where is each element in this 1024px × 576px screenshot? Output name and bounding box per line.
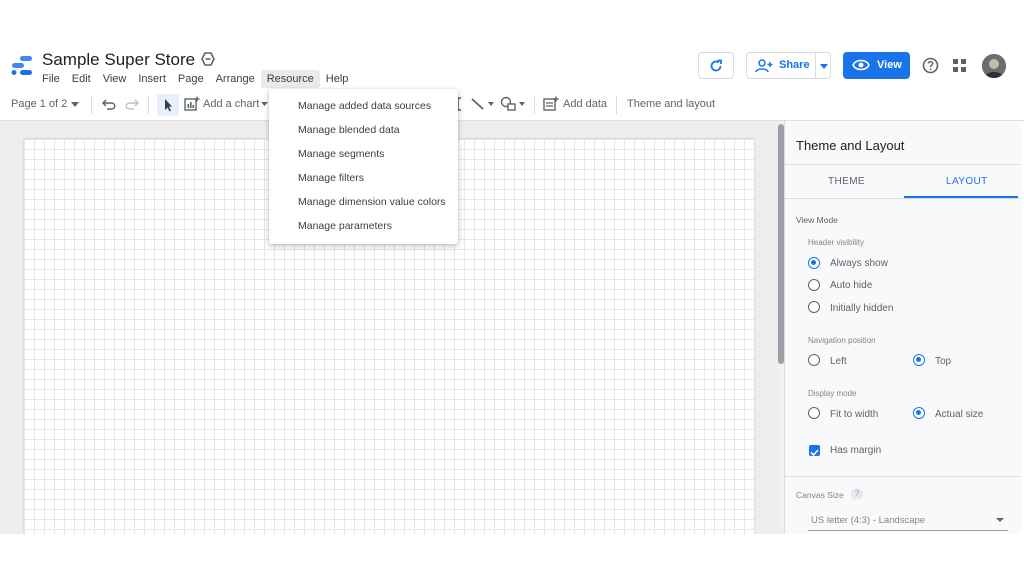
redo-icon[interactable]: [125, 97, 139, 111]
menu-item-manage-data-sources[interactable]: Manage added data sources: [298, 100, 431, 112]
radio-actual-size[interactable]: [913, 407, 925, 419]
select-tool-button[interactable]: [157, 94, 179, 116]
add-person-icon: [755, 59, 773, 73]
undo-icon[interactable]: [102, 97, 116, 111]
navigation-position-label: Navigation position: [808, 336, 876, 345]
shape-tool-icon[interactable]: [500, 96, 518, 112]
actual-size-label: Actual size: [935, 409, 984, 420]
user-avatar[interactable]: [982, 54, 1006, 78]
always-show-label: Always show: [830, 258, 888, 269]
menu-bar: File Edit View Insert Page Arrange Resou…: [36, 70, 354, 88]
view-button[interactable]: View: [843, 52, 910, 79]
nav-top-label: Top: [935, 356, 952, 367]
fit-to-width-label: Fit to width: [830, 409, 879, 420]
menu-help[interactable]: Help: [320, 70, 355, 88]
menu-item-manage-filters[interactable]: Manage filters: [298, 172, 364, 184]
share-button[interactable]: Share: [746, 52, 831, 79]
chevron-down-icon[interactable]: [820, 64, 828, 70]
menu-view[interactable]: View: [97, 70, 133, 88]
menu-item-manage-parameters[interactable]: Manage parameters: [298, 220, 392, 232]
user-photo-icon: [982, 54, 1006, 78]
line-chevron-icon[interactable]: [488, 102, 494, 106]
radio-nav-top[interactable]: [913, 354, 925, 366]
refresh-data-button[interactable]: [698, 52, 734, 79]
add-chart-button[interactable]: Add a chart: [203, 98, 259, 110]
share-divider: [815, 53, 816, 78]
canvas-size-help-icon[interactable]: ?: [851, 488, 863, 500]
add-chart-chevron-icon[interactable]: [261, 102, 268, 107]
menu-page[interactable]: Page: [172, 70, 210, 88]
page-chevron-down-icon[interactable]: [71, 102, 79, 107]
add-data-button[interactable]: Add data: [563, 98, 607, 110]
toolbar-divider: [148, 96, 149, 114]
line-tool-icon[interactable]: [471, 97, 485, 111]
select-chevron-down-icon: [996, 518, 1004, 522]
header-visibility-label: Header visibility: [808, 238, 865, 247]
has-margin-checkbox[interactable]: [809, 445, 820, 457]
tab-layout[interactable]: LAYOUT: [946, 176, 988, 187]
panel-section-divider: [784, 476, 1020, 477]
menu-file[interactable]: File: [36, 70, 66, 88]
menu-arrange[interactable]: Arrange: [210, 70, 261, 88]
toolbar-divider: [91, 96, 92, 114]
initially-hidden-label: Initially hidden: [830, 303, 894, 314]
share-label: Share: [779, 59, 810, 71]
menu-item-manage-segments[interactable]: Manage segments: [298, 148, 384, 160]
radio-fit-to-width[interactable]: [808, 407, 820, 419]
menu-item-manage-dimension-colors[interactable]: Manage dimension value colors: [298, 196, 446, 208]
checkmark-icon: [810, 449, 819, 457]
move-to-drive-icon[interactable]: [201, 52, 215, 66]
page-selector[interactable]: Page 1 of 2: [11, 98, 67, 110]
apps-grid-icon[interactable]: [953, 59, 966, 72]
add-chart-icon[interactable]: [184, 96, 200, 112]
shape-chevron-icon[interactable]: [519, 102, 525, 106]
eye-icon: [852, 59, 870, 71]
bottom-margin: [0, 534, 1024, 576]
add-data-icon[interactable]: [543, 96, 559, 112]
cursor-icon: [165, 99, 172, 112]
menu-resource[interactable]: Resource: [260, 70, 320, 88]
radio-nav-left[interactable]: [808, 354, 820, 366]
panel-title: Theme and Layout: [796, 138, 905, 153]
tabs-divider: [784, 198, 1020, 199]
view-label: View: [877, 59, 902, 71]
display-mode-label: Display mode: [808, 389, 857, 398]
tab-theme[interactable]: THEME: [828, 176, 865, 187]
theme-and-layout-button[interactable]: Theme and layout: [627, 98, 715, 110]
menu-item-manage-blended-data[interactable]: Manage blended data: [298, 124, 400, 136]
refresh-icon: [710, 59, 722, 72]
canvas-size-select[interactable]: US letter (4:3) - Landscape: [808, 512, 1008, 531]
canvas-size-label: Canvas Size: [796, 490, 844, 500]
radio-initially-hidden[interactable]: [808, 301, 820, 313]
report-title[interactable]: Sample Super Store: [42, 50, 195, 70]
panel-divider: [784, 164, 1020, 165]
nav-left-label: Left: [830, 356, 847, 367]
radio-auto-hide[interactable]: [808, 279, 820, 291]
menu-insert[interactable]: Insert: [132, 70, 172, 88]
auto-hide-label: Auto hide: [830, 280, 873, 291]
toolbar-divider: [616, 96, 617, 114]
menu-edit[interactable]: Edit: [66, 70, 97, 88]
has-margin-label: Has margin: [830, 445, 882, 456]
resource-menu-dropdown: Manage added data sources Manage blended…: [269, 89, 458, 244]
toolbar-divider: [534, 96, 535, 114]
help-icon[interactable]: [922, 57, 939, 74]
canvas-size-value: US letter (4:3) - Landscape: [811, 515, 926, 526]
radio-always-show[interactable]: [808, 257, 820, 269]
data-studio-logo-icon: [11, 56, 32, 75]
view-mode-heading: View Mode: [796, 215, 838, 225]
